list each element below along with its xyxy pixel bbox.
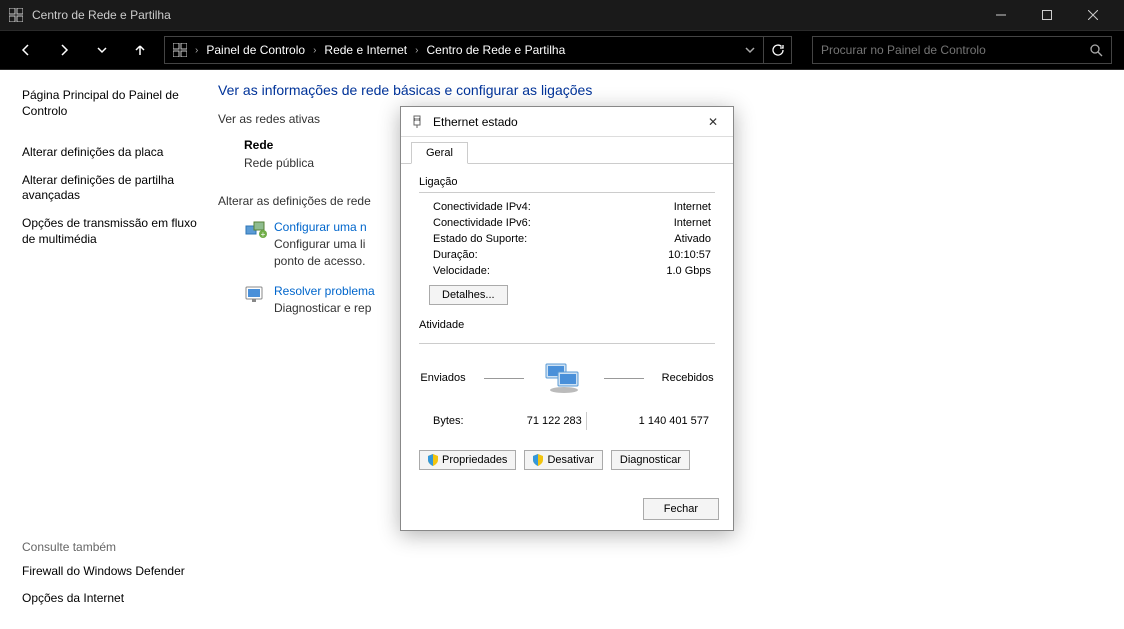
sidebar-link-streaming[interactable]: Opções de transmissão em fluxo de multim… [22, 216, 200, 247]
chevron-right-icon: › [195, 45, 198, 56]
properties-button[interactable]: Propriedades [419, 450, 516, 470]
sidebar-link-sharing[interactable]: Alterar definições de partilha avançadas [22, 173, 200, 204]
received-label: Recebidos [662, 372, 714, 384]
chevron-right-icon: › [415, 45, 418, 56]
chevron-right-icon: › [313, 45, 316, 56]
window-title: Centro de Rede e Partilha [32, 8, 978, 22]
button-label: Desativar [547, 454, 593, 466]
breadcrumb[interactable]: Centro de Rede e Partilha [427, 43, 566, 57]
address-icon [173, 43, 187, 57]
minimize-button[interactable] [978, 0, 1024, 30]
window-titlebar: Centro de Rede e Partilha [0, 0, 1124, 30]
kv-value: Internet [674, 201, 711, 213]
shield-icon [428, 454, 438, 466]
address-bar[interactable]: › Painel de Controlo › Rede e Internet ›… [164, 36, 764, 64]
close-dialog-button[interactable]: Fechar [643, 498, 719, 520]
sidebar: Página Principal do Painel de Controlo A… [0, 70, 210, 629]
close-button[interactable] [1070, 0, 1116, 30]
search-bar[interactable] [812, 36, 1112, 64]
dialog-titlebar: Ethernet estado ✕ [401, 107, 733, 137]
ethernet-icon [411, 115, 425, 129]
diagnose-button[interactable]: Diagnosticar [611, 450, 690, 470]
kv-key: Conectividade IPv4: [433, 201, 531, 213]
task-desc: ponto de acesso. [274, 254, 365, 268]
up-button[interactable] [126, 36, 154, 64]
computers-icon [542, 360, 586, 396]
button-label: Propriedades [442, 454, 507, 466]
breadcrumb[interactable]: Rede e Internet [324, 43, 407, 57]
refresh-button[interactable] [764, 36, 792, 64]
kv-key: Conectividade IPv6: [433, 217, 531, 229]
kv-value: Internet [674, 217, 711, 229]
troubleshoot-icon [244, 284, 264, 304]
task-desc: Configurar uma li [274, 237, 365, 251]
kv-key: Duração: [433, 249, 478, 261]
app-icon [8, 7, 24, 23]
sidebar-link-internet-options[interactable]: Opções da Internet [22, 591, 200, 607]
tab-general[interactable]: Geral [411, 142, 468, 164]
back-button[interactable] [12, 36, 40, 64]
disable-button[interactable]: Desativar [524, 450, 602, 470]
bytes-label: Bytes: [433, 415, 464, 427]
details-button[interactable]: Detalhes... [429, 285, 508, 305]
button-label: Diagnosticar [620, 454, 681, 466]
dialog-tabs: Geral [401, 137, 733, 164]
activity-group-label: Atividade [419, 319, 715, 331]
kv-value: 10:10:57 [668, 249, 711, 261]
recent-dropdown[interactable] [88, 36, 116, 64]
sidebar-link-adapter[interactable]: Alterar definições da placa [22, 145, 200, 161]
bytes-received: 1 140 401 577 [591, 415, 709, 427]
task-link[interactable]: Configurar uma n [274, 220, 367, 234]
sidebar-link-home[interactable]: Página Principal do Painel de Controlo [22, 88, 200, 119]
sidebar-link-firewall[interactable]: Firewall do Windows Defender [22, 564, 200, 580]
ethernet-status-dialog: Ethernet estado ✕ Geral Ligação Conectiv… [400, 106, 734, 531]
kv-key: Estado do Suporte: [433, 233, 527, 245]
task-link[interactable]: Resolver problema [274, 284, 375, 298]
forward-button[interactable] [50, 36, 78, 64]
navigation-bar: › Painel de Controlo › Rede e Internet ›… [0, 30, 1124, 70]
activity-line [604, 378, 644, 379]
dialog-title: Ethernet estado [433, 115, 703, 129]
search-icon[interactable] [1089, 43, 1103, 57]
search-input[interactable] [821, 43, 1089, 57]
svg-text:+: + [261, 230, 266, 239]
task-desc: Diagnosticar e rep [274, 301, 375, 315]
dialog-close-button[interactable]: ✕ [703, 115, 723, 129]
see-also-label: Consulte também [22, 540, 200, 554]
maximize-button[interactable] [1024, 0, 1070, 30]
sent-label: Enviados [420, 372, 465, 384]
page-heading: Ver as informações de rede básicas e con… [218, 82, 1104, 98]
shield-icon [533, 454, 543, 466]
breadcrumb[interactable]: Painel de Controlo [206, 43, 305, 57]
activity-line [484, 378, 524, 379]
bytes-sent: 71 122 283 [464, 415, 582, 427]
kv-value: Ativado [674, 233, 711, 245]
kv-value: 1.0 Gbps [666, 265, 711, 277]
chevron-down-icon[interactable] [745, 45, 755, 55]
kv-key: Velocidade: [433, 265, 490, 277]
separator [586, 412, 587, 430]
connection-group-label: Ligação [419, 176, 715, 188]
setup-icon: + [244, 220, 264, 240]
